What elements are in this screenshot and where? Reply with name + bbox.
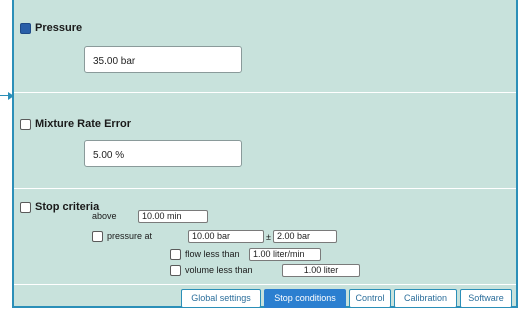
tab-software[interactable]: Software [460, 289, 512, 308]
pressure-value-input[interactable]: 35.00 bar [84, 46, 242, 73]
tab-control[interactable]: Control [349, 289, 391, 308]
section-divider [14, 188, 516, 189]
pressure-at-value-input[interactable]: 10.00 bar [188, 230, 264, 243]
pressure-title: Pressure [35, 22, 83, 34]
tab-global-settings[interactable]: Global settings [181, 289, 261, 308]
mixture-value-input[interactable]: 5.00 % [84, 140, 242, 167]
volume-value-input[interactable]: 1.00 liter [282, 264, 360, 277]
mixture-checkbox[interactable] [20, 118, 31, 130]
above-value-input[interactable]: 10.00 min [138, 210, 208, 223]
flow-row: flow less than [170, 248, 240, 260]
stop-criteria-title: Stop criteria [35, 201, 100, 213]
volume-label: volume less than [185, 265, 253, 275]
settings-panel: Pressure 35.00 bar Mixture Rate Error 5.… [12, 0, 518, 308]
plus-minus-symbol: ± [266, 232, 271, 242]
section-divider [14, 92, 516, 93]
volume-checkbox[interactable] [170, 264, 181, 276]
pressure-section-header: Pressure [20, 22, 82, 34]
pressure-at-row: pressure at [92, 230, 152, 242]
mixture-title: Mixture Rate Error [35, 118, 131, 130]
pressure-at-checkbox[interactable] [92, 230, 103, 242]
pressure-tolerance-input[interactable]: 2.00 bar [273, 230, 337, 243]
mixture-section-header: Mixture Rate Error [20, 118, 131, 130]
pressure-at-label: pressure at [107, 231, 153, 241]
flow-label: flow less than [185, 249, 240, 259]
stop-criteria-header: Stop criteria [20, 201, 99, 213]
flow-checkbox[interactable] [170, 248, 181, 260]
stop-criteria-checkbox[interactable] [20, 201, 31, 213]
tab-stop-conditions[interactable]: Stop conditions [264, 289, 346, 308]
flow-value-input[interactable]: 1.00 liter/min [249, 248, 321, 261]
volume-row: volume less than [170, 264, 253, 276]
above-label: above [92, 211, 117, 221]
tab-calibration[interactable]: Calibration [394, 289, 457, 308]
pressure-checkbox[interactable] [20, 22, 31, 34]
section-divider [14, 284, 516, 285]
